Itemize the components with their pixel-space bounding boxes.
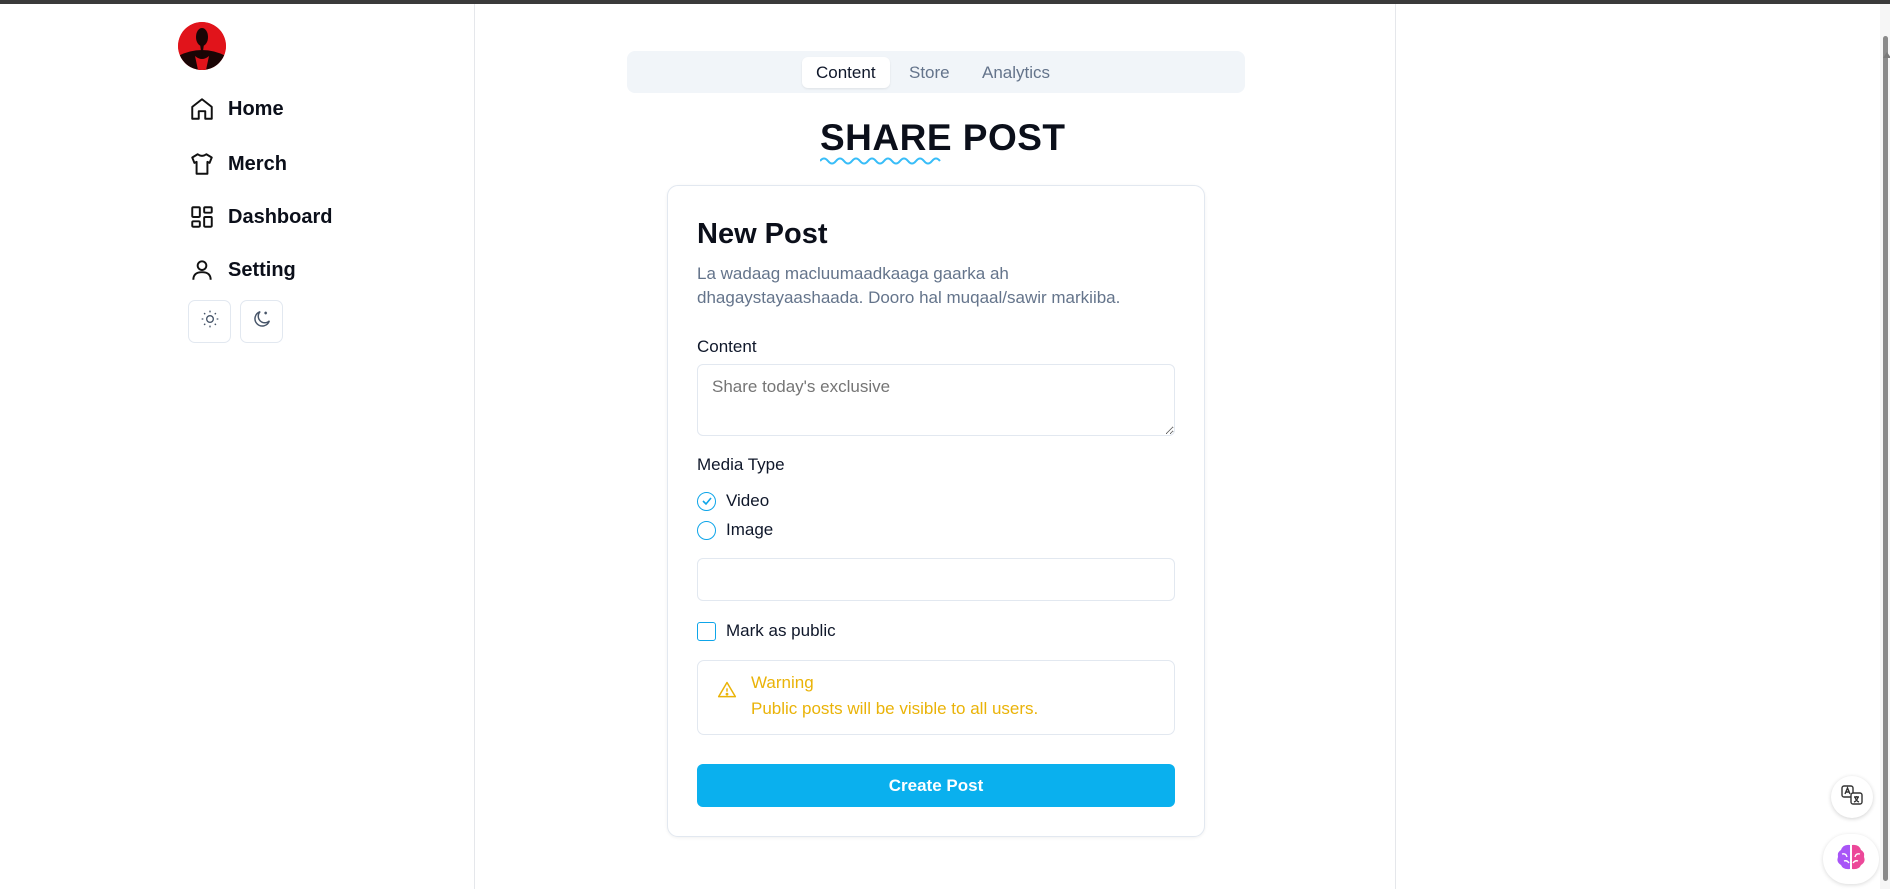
dashboard-icon <box>188 203 216 231</box>
media-type-label: Media Type <box>697 455 785 474</box>
card-description: La wadaag macluumaadkaaga gaarka ah dhag… <box>697 264 1121 307</box>
sidebar-item-label: Dashboard <box>228 205 333 228</box>
checkbox-box[interactable] <box>697 621 716 641</box>
sidebar: Home Merch Dashboard Setting <box>0 4 475 889</box>
shirt-icon <box>188 150 216 178</box>
translate-button[interactable] <box>1831 776 1873 818</box>
mark-public-label: Mark as public <box>726 621 836 640</box>
ai-assistant-button[interactable] <box>1823 834 1879 884</box>
dark-theme-button[interactable] <box>240 300 283 343</box>
top-tab-bar: Content Store Analytics <box>627 51 1245 93</box>
brain-icon <box>1835 842 1867 877</box>
moon-icon <box>251 308 273 335</box>
media-option-label: Image <box>726 520 774 539</box>
tab-store[interactable]: Store <box>895 57 964 88</box>
content-right-divider <box>1395 4 1396 889</box>
tab-analytics[interactable]: Analytics <box>968 57 1064 88</box>
media-option-image[interactable]: Image <box>697 519 773 541</box>
radio-unchecked-icon <box>697 520 716 540</box>
sidebar-item-home[interactable]: Home <box>188 89 284 129</box>
tab-content[interactable]: Content <box>802 57 890 88</box>
content-textarea[interactable] <box>697 364 1175 436</box>
warning-triangle-icon <box>717 680 737 700</box>
scroll-up-arrow-icon[interactable] <box>1883 52 1890 58</box>
create-post-button[interactable]: Create Post <box>697 764 1175 807</box>
content-label: Content <box>697 337 757 356</box>
sidebar-item-label: Setting <box>228 258 296 281</box>
media-option-video[interactable]: Video <box>697 490 769 512</box>
translate-icon <box>1840 783 1864 812</box>
new-post-card: New Post La wadaag macluumaadkaaga gaark… <box>667 185 1205 837</box>
sidebar-item-label: Merch <box>228 152 287 175</box>
media-url-input[interactable] <box>697 558 1175 601</box>
warning-body: Public posts will be visible to all user… <box>751 699 1039 718</box>
sidebar-item-merch[interactable]: Merch <box>188 144 287 184</box>
warning-alert: Warning Public posts will be visible to … <box>697 660 1175 735</box>
sidebar-item-dashboard[interactable]: Dashboard <box>188 197 332 237</box>
media-option-label: Video <box>726 491 770 510</box>
scrollbar-thumb[interactable] <box>1883 36 1888 881</box>
home-icon <box>188 95 216 123</box>
card-title: New Post <box>697 218 828 250</box>
spellcheck-underline <box>820 157 941 165</box>
user-icon <box>188 256 216 284</box>
page-title: SHARE POST <box>820 117 1066 158</box>
light-theme-button[interactable] <box>188 300 231 343</box>
warning-title: Warning <box>751 673 814 692</box>
brand-logo[interactable] <box>178 22 226 70</box>
radio-checked-icon <box>697 491 716 511</box>
mark-public-checkbox[interactable]: Mark as public <box>697 620 836 642</box>
sidebar-item-setting[interactable]: Setting <box>188 250 296 290</box>
sidebar-item-label: Home <box>228 97 284 120</box>
sun-icon <box>200 309 220 334</box>
